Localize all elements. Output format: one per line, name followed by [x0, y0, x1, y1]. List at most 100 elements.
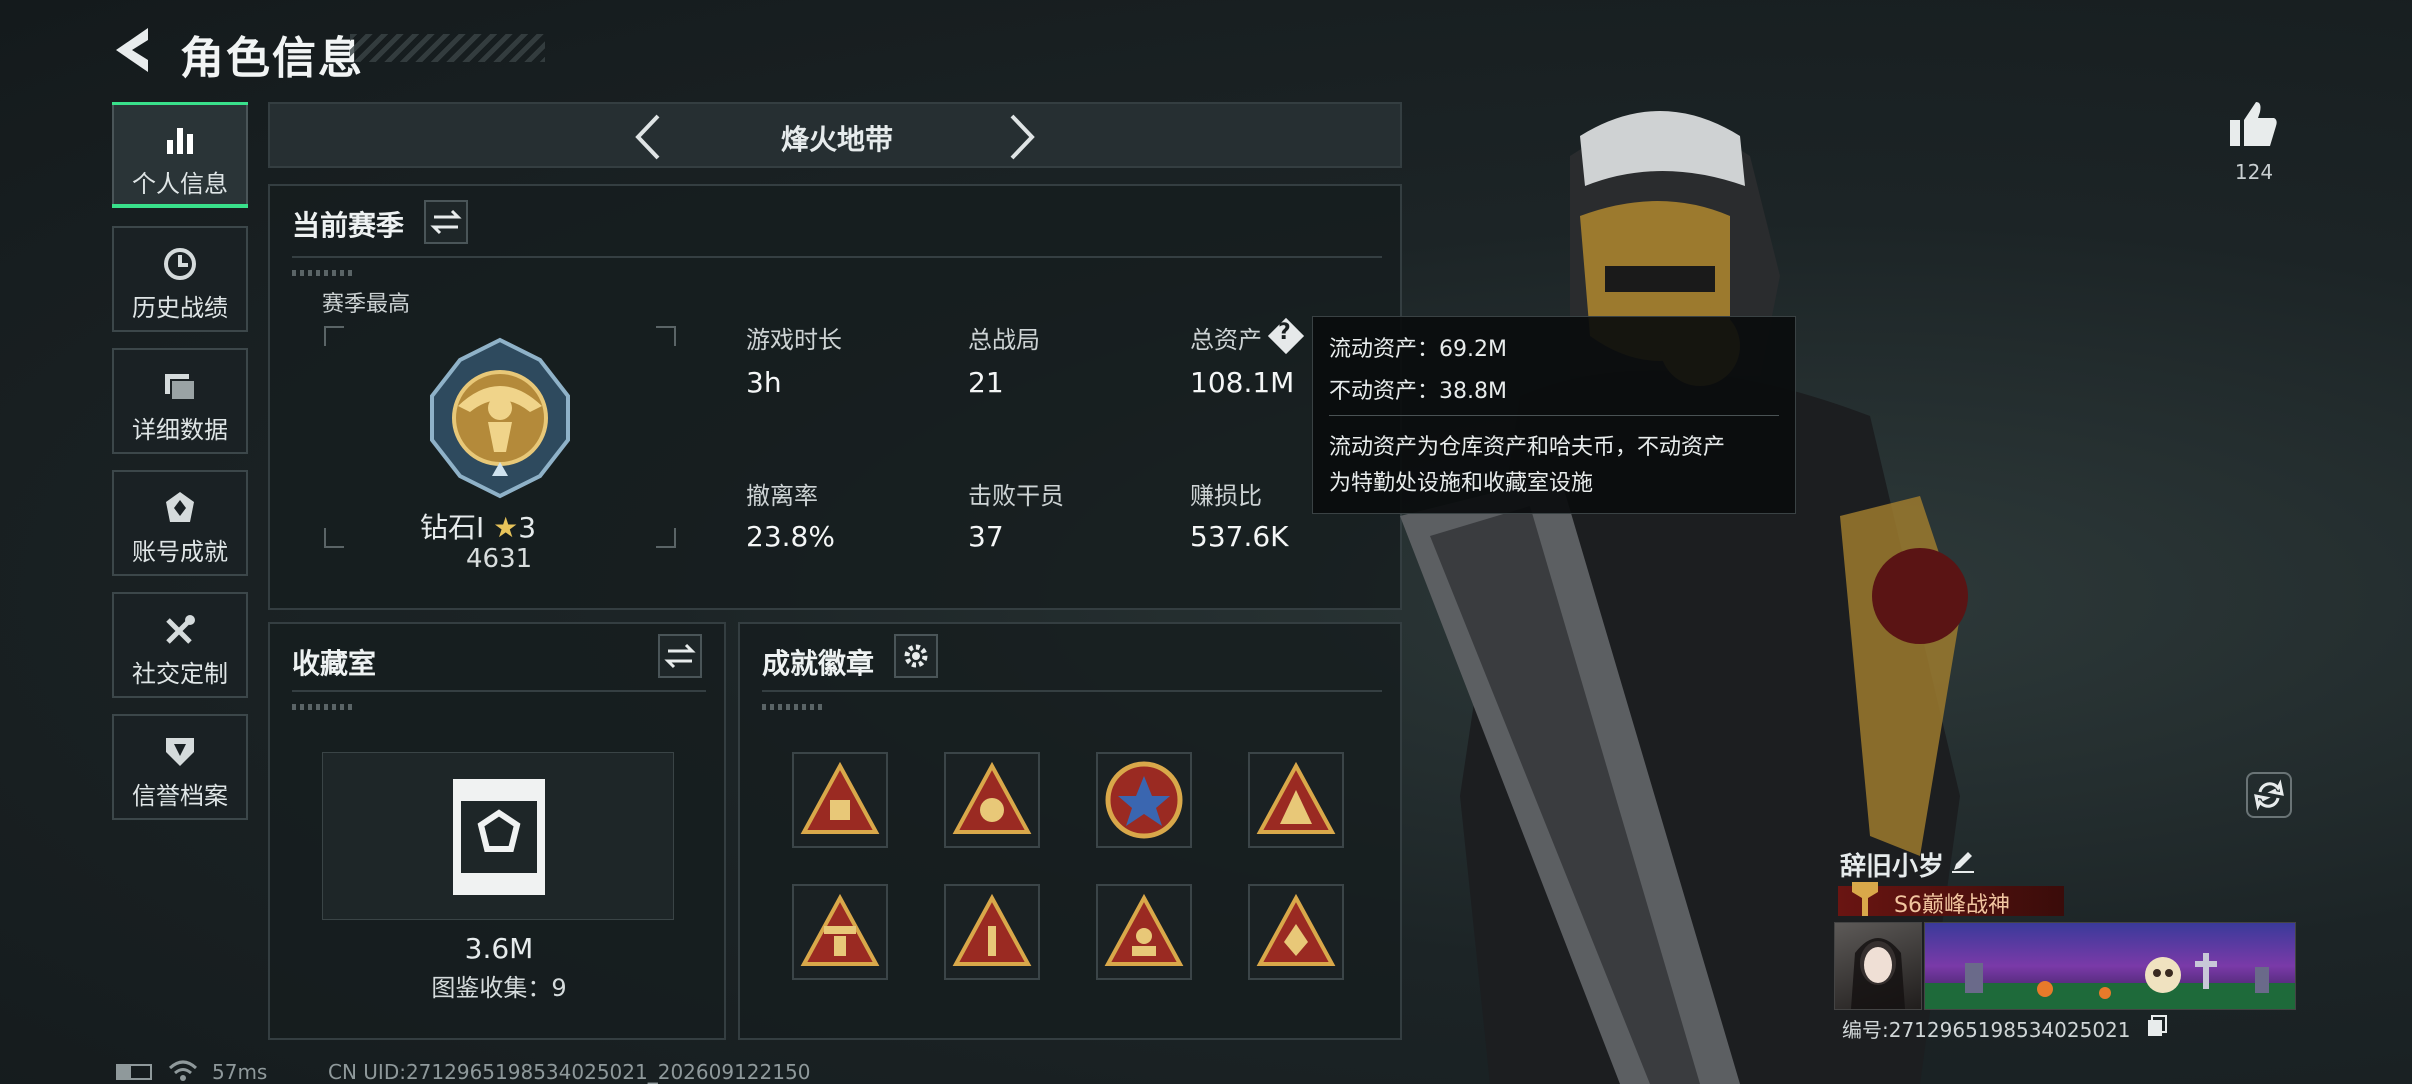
achievement-badge-icon [952, 761, 1032, 834]
mode-selector: 烽火地带 [268, 102, 1402, 168]
swap-icon [664, 643, 696, 669]
collection-count: 图鉴收集：9 [431, 974, 567, 1002]
banner-graveyard-art [1925, 953, 2295, 1009]
achievement-badge[interactable] [792, 752, 888, 848]
battery-icon [116, 1064, 152, 1080]
copy-icon[interactable] [2146, 1014, 2168, 1038]
achievement-badge-icon [1105, 761, 1183, 839]
sidebar-item-history[interactable]: 历史战绩 [112, 226, 248, 332]
collection-preview[interactable] [322, 752, 674, 920]
sidebar-item-achievements[interactable]: 账号成就 [112, 470, 248, 576]
rank-score: 4631 [466, 544, 533, 574]
achievement-badge[interactable] [1248, 752, 1344, 848]
achievement-badge[interactable] [944, 884, 1040, 980]
sidebar-item-personal-info[interactable]: 个人信息 [112, 102, 248, 208]
achievement-badge[interactable] [792, 884, 888, 980]
divider [292, 256, 1382, 258]
decor-dots [762, 704, 822, 710]
achievements-settings-button[interactable] [894, 634, 938, 678]
collection-value: 3.6M [464, 932, 534, 965]
title-decoration [350, 34, 545, 62]
avatar[interactable] [1834, 922, 1922, 1010]
achievement-badge[interactable] [1096, 884, 1192, 980]
stat-profit-ratio-value: 537.6K [1190, 520, 1289, 553]
achievement-icon [166, 492, 194, 522]
achievement-badge-icon [800, 893, 880, 966]
achievement-badge[interactable] [1096, 752, 1192, 848]
folder-icon [165, 374, 196, 401]
player-id: 编号:2712965198534025021 [1842, 1018, 2131, 1042]
divider [292, 690, 706, 692]
achievement-badge-icon [800, 761, 880, 834]
sidebar-item-details[interactable]: 详细数据 [112, 348, 248, 454]
sidebar-item-label: 信誉档案 [132, 782, 228, 810]
stat-assets-value: 108.1M [1190, 366, 1295, 399]
stat-matches-label: 总战局 [968, 326, 1040, 354]
stat-kills-value: 37 [968, 520, 1004, 553]
next-mode-button[interactable] [1008, 112, 1038, 162]
likes-count: 124 [2234, 160, 2274, 184]
achievement-badge[interactable] [944, 752, 1040, 848]
sidebar-item-credit[interactable]: 信誉档案 [112, 714, 248, 820]
avatar-portrait [1851, 938, 1905, 1009]
tooltip-desc-line1: 流动资产为仓库资产和哈夫币，不动资产 [1329, 435, 1726, 460]
star-icon: ★ [493, 511, 519, 544]
sidebar-item-label: 历史战绩 [132, 294, 228, 322]
season-title: 当前赛季 [292, 209, 405, 242]
collection-switch-button[interactable] [658, 634, 702, 678]
tools-icon [166, 615, 195, 644]
achievement-badge-icon [1256, 761, 1336, 834]
stat-kills-label: 击败干员 [968, 482, 1064, 510]
rank-name-row: 钻石Ⅰ ★3 [420, 506, 536, 546]
thumbs-up-icon[interactable] [2226, 96, 2282, 152]
stat-playtime-label: 游戏时长 [746, 326, 842, 354]
season-panel: 当前赛季 赛季最高 钻石Ⅰ ★3 4631 游戏时长 3h 总战局 21 总资产… [268, 184, 1402, 610]
edit-icon[interactable] [1950, 848, 1976, 874]
tooltip-fixed-assets: 不动资产：38.8M [1329, 379, 1507, 404]
shield-icon [166, 738, 194, 766]
decor-dots [292, 704, 352, 710]
stat-matches-value: 21 [968, 366, 1004, 399]
divider [762, 690, 1382, 692]
rank-name: 钻石Ⅰ [420, 511, 485, 544]
assets-tooltip: 流动资产：69.2M 不动资产：38.8M 流动资产为仓库资产和哈夫币，不动资产… [1312, 316, 1796, 514]
tooltip-divider [1329, 415, 1779, 416]
achievement-badge-icon [1256, 893, 1336, 966]
sidebar-item-label: 详细数据 [132, 416, 228, 444]
gear-icon [904, 644, 928, 668]
mode-label: 烽火地带 [780, 123, 893, 156]
history-icon [164, 248, 196, 280]
season-best-label: 赛季最高 [322, 292, 411, 317]
season-switch-button[interactable] [424, 200, 468, 244]
achievements-panel: 成就徽章 [738, 622, 1402, 1040]
back-arrow-icon[interactable] [112, 24, 156, 76]
help-icon: ? [1278, 320, 1291, 345]
achievement-badge[interactable] [1248, 884, 1344, 980]
ping-text: 57ms [212, 1060, 268, 1084]
title-badge: S6巅峰战神 [1838, 882, 2064, 918]
title-badge-text: S6巅峰战神 [1894, 893, 2010, 918]
bar-chart-icon [167, 128, 193, 154]
uid-text: CN UID:2712965198534025021_202609122150 [328, 1060, 811, 1084]
sidebar-item-label: 个人信息 [132, 170, 228, 198]
stat-profit-ratio-label: 赚损比 [1190, 482, 1262, 510]
sidebar-item-label: 账号成就 [132, 538, 228, 566]
achievement-badge-icon [952, 893, 1032, 966]
diamond-rank-emblem [430, 337, 570, 499]
refresh-icon [2254, 779, 2284, 811]
vault-icon [453, 779, 545, 895]
player-name: 辞旧小岁 [1840, 852, 1945, 882]
collection-title: 收藏室 [292, 647, 377, 680]
trophy-icon [1852, 882, 1878, 916]
collection-panel: 收藏室 3.6M 图鉴收集：9 [268, 622, 726, 1040]
stat-extract-rate-label: 撤离率 [746, 482, 818, 510]
tooltip-liquid-assets: 流动资产：69.2M [1329, 337, 1507, 362]
refresh-button[interactable] [2246, 772, 2292, 818]
page-title: 角色信息 [180, 33, 364, 84]
stat-playtime-value: 3h [746, 366, 782, 399]
tooltip-desc-line2: 为特勤处设施和收藏室设施 [1329, 471, 1594, 496]
rank-stars: 3 [518, 511, 537, 544]
sidebar-item-social[interactable]: 社交定制 [112, 592, 248, 698]
profile-banner[interactable] [1924, 922, 2296, 1010]
swap-icon [430, 209, 462, 235]
